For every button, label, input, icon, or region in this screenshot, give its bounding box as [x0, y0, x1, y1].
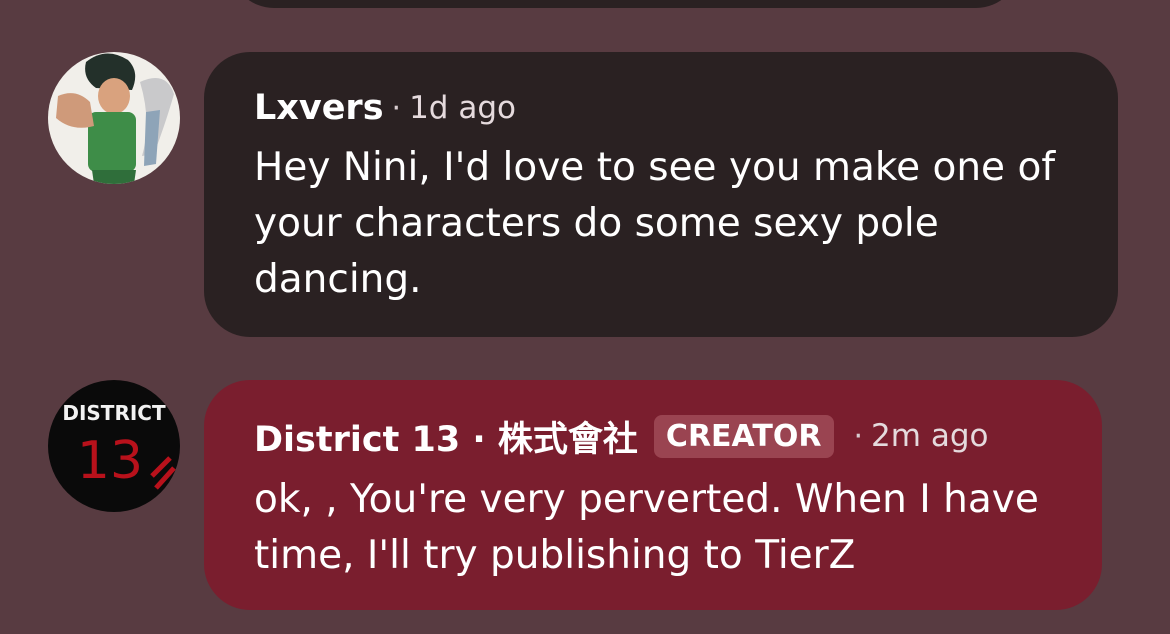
meta-separator: · — [853, 418, 864, 454]
comment-bubble: Lxvers · 1d ago Hey Nini, I'd love to se… — [204, 52, 1118, 337]
comment-bubble-creator: District 13 · 株式會社 CREATOR · 2m ago ok, … — [204, 380, 1102, 610]
previous-comment-bubble — [230, 0, 1020, 8]
author-name[interactable]: Lxvers — [254, 88, 384, 128]
author-name[interactable]: District 13 · 株式會社 — [254, 411, 638, 462]
comment-meta: Lxvers · 1d ago — [254, 78, 1068, 138]
comment-text: ok, , You're very perverted. When I have… — [254, 477, 1039, 578]
meta-separator: · — [391, 90, 402, 126]
avatar-anime-character-icon — [48, 52, 180, 184]
avatar-text-top: DISTRICT — [62, 401, 166, 425]
creator-badge: CREATOR — [653, 414, 834, 458]
avatar-district13-logo-icon: DISTRICT 13 — [48, 380, 180, 512]
comment-meta: District 13 · 株式會社 CREATOR · 2m ago — [254, 406, 1052, 466]
timestamp: 1d ago — [409, 90, 516, 126]
timestamp: 2m ago — [871, 418, 989, 454]
avatar-text-num: 13 — [77, 431, 143, 491]
creator-avatar[interactable]: DISTRICT 13 — [48, 380, 180, 512]
user-avatar[interactable] — [48, 52, 180, 184]
comment-text: Hey Nini, I'd love to see you make one o… — [254, 145, 1056, 302]
